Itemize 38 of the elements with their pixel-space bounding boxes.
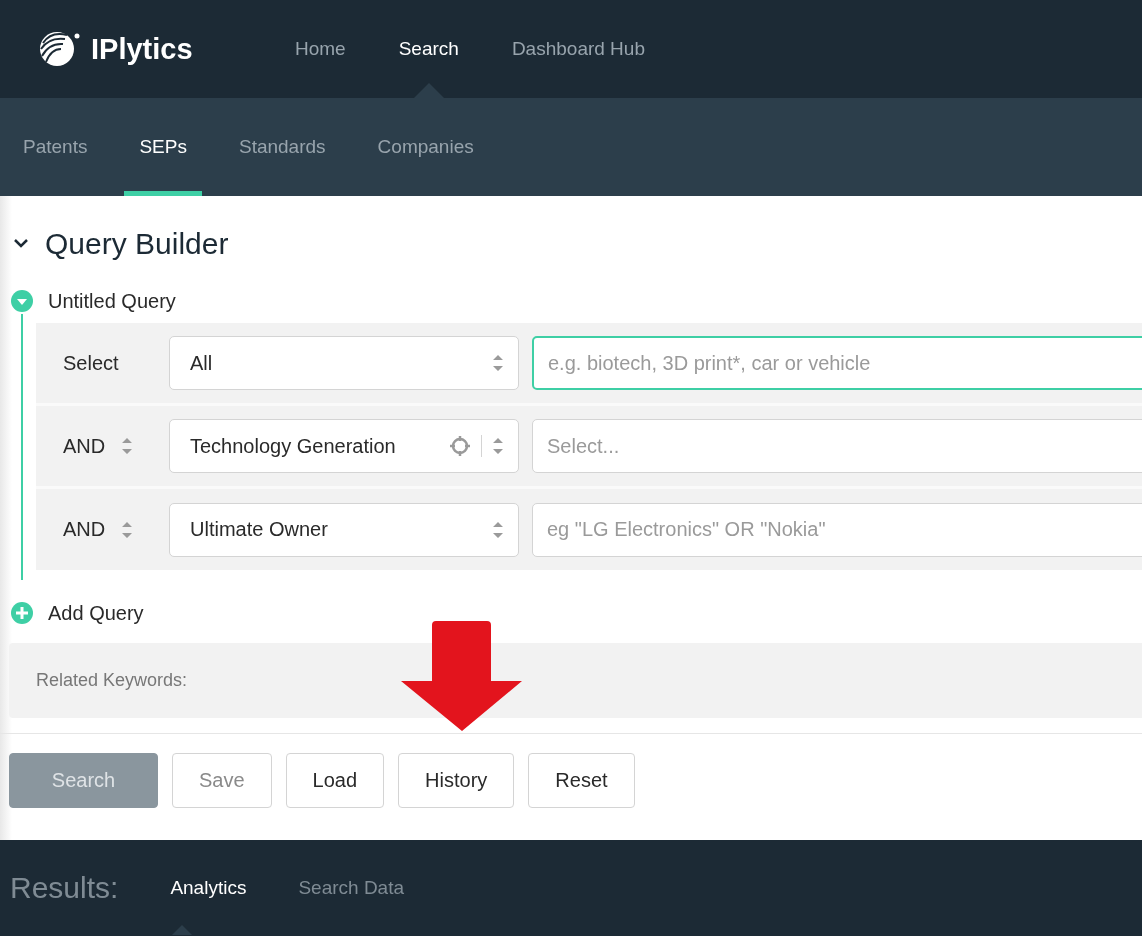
- action-button[interactable]: Reset: [528, 753, 635, 808]
- collapse-toggle-icon[interactable]: [11, 290, 33, 312]
- nav-link[interactable]: Dashboard Hub: [511, 38, 645, 59]
- search-input-field[interactable]: Select...: [532, 419, 1142, 473]
- sort-icon: [492, 520, 504, 539]
- sort-icon: [121, 437, 134, 455]
- search-input-field[interactable]: e.g. biotech, 3D print*, car or vehicle: [532, 336, 1142, 390]
- logo-icon: [37, 29, 81, 69]
- dropdown[interactable]: All: [169, 336, 519, 390]
- nav-link[interactable]: Search: [398, 38, 459, 59]
- tab[interactable]: Standards: [223, 98, 341, 196]
- nav-link[interactable]: Home: [295, 38, 346, 59]
- operator-label[interactable]: AND: [63, 518, 106, 541]
- sort-icon: [492, 437, 504, 455]
- section-title: Query Builder: [45, 227, 229, 261]
- dropdown[interactable]: Ultimate Owner: [169, 502, 519, 557]
- action-button[interactable]: History: [398, 753, 515, 808]
- dropdown-value: Technology Generation: [190, 434, 397, 458]
- related-keywords-label: Related Keywords:: [36, 670, 188, 691]
- dropdown[interactable]: Technology Generation: [169, 419, 519, 473]
- tab[interactable]: Companies: [362, 98, 489, 196]
- tab[interactable]: Patents: [8, 98, 103, 196]
- sort-icon: [492, 354, 504, 372]
- add-icon: [11, 602, 33, 624]
- operator-label[interactable]: AND: [63, 434, 106, 458]
- dropdown-value: All: [190, 351, 214, 375]
- action-button[interactable]: Load: [285, 753, 385, 808]
- dropdown-value: Ultimate Owner: [190, 518, 329, 541]
- tab[interactable]: Analytics: [170, 877, 247, 898]
- crosshair-icon: [449, 435, 471, 457]
- tab[interactable]: Search Data: [298, 877, 405, 898]
- add-query-link[interactable]: Add Query: [48, 601, 144, 625]
- brand-name: IPlytics: [91, 32, 193, 66]
- operator-label: Select: [63, 351, 119, 375]
- query-name: Untitled Query: [48, 289, 176, 313]
- search-input-field[interactable]: eg "LG Electronics" OR "Nokia": [532, 502, 1142, 557]
- sort-icon: [121, 520, 134, 539]
- results-label: Results:: [10, 871, 119, 905]
